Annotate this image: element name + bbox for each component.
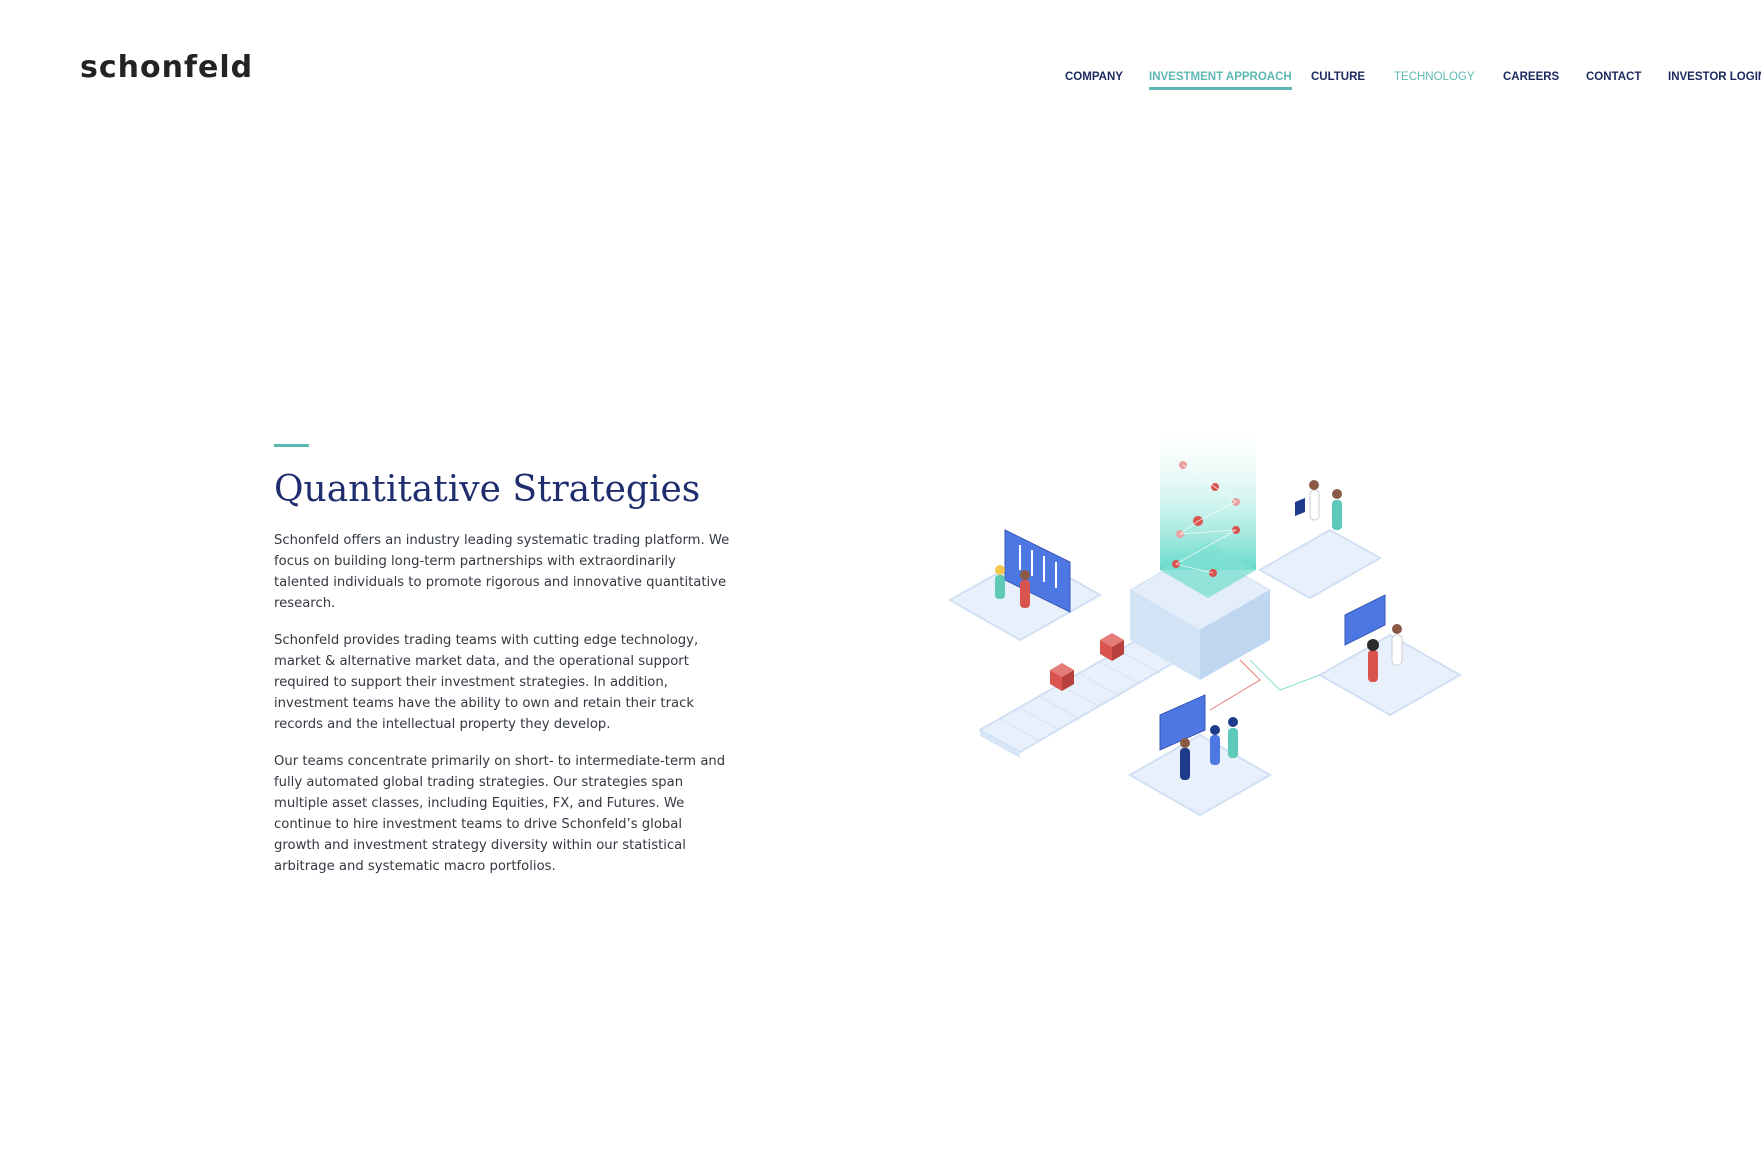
nav-careers[interactable]: CAREERS xyxy=(1503,71,1559,87)
section-accent-line xyxy=(274,444,309,447)
workstation-right xyxy=(1317,594,1463,717)
central-hub xyxy=(1128,430,1272,680)
workstation-bottom xyxy=(1127,694,1273,817)
isometric-trading-platform-illustration xyxy=(947,430,1463,817)
section-body: Schonfeld offers an industry leading sys… xyxy=(274,530,730,893)
nav-technology[interactable]: TECHNOLOGY xyxy=(1394,71,1475,87)
main-navigation: COMPANY INVESTMENT APPROACH CULTURE TECH… xyxy=(1065,71,1761,95)
workstation-left xyxy=(947,529,1103,642)
connector-lines xyxy=(1209,659,1321,711)
nav-investment-approach[interactable]: INVESTMENT APPROACH xyxy=(1149,71,1292,90)
schonfeld-logo[interactable]: schonfeld xyxy=(80,50,253,85)
page-title: Quantitative Strategies xyxy=(274,469,701,510)
nav-company[interactable]: COMPANY xyxy=(1065,71,1123,87)
paragraph-support: Schonfeld provides trading teams with cu… xyxy=(274,633,699,732)
nav-investor-login[interactable]: INVESTOR LOGIN xyxy=(1668,71,1761,87)
paragraph-intro: Schonfeld offers an industry leading sys… xyxy=(274,533,730,611)
workstation-top-right xyxy=(1257,480,1383,600)
nav-contact[interactable]: CONTACT xyxy=(1586,71,1641,87)
nav-culture[interactable]: CULTURE xyxy=(1311,71,1365,87)
paragraph-strategies: Our teams concentrate primarily on short… xyxy=(274,754,726,874)
